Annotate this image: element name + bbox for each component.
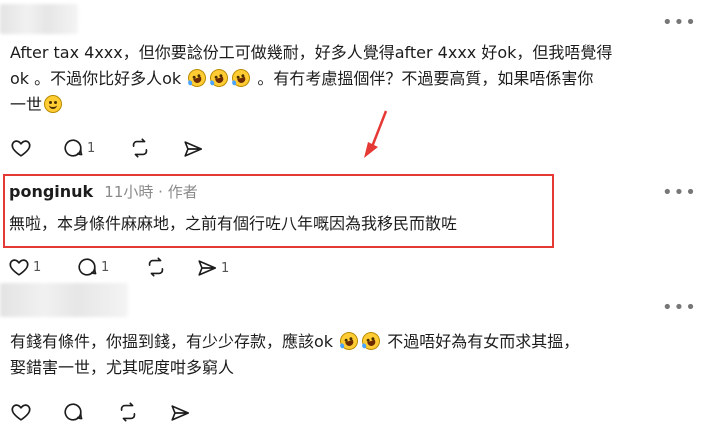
- comment-icon: [78, 258, 97, 276]
- username[interactable]: ponginuk: [9, 182, 93, 201]
- comment-line: 娶錯害一世，尤其呢度咁多窮人: [10, 358, 235, 377]
- reply-count: 1: [101, 259, 110, 275]
- comment-line: 一世: [10, 92, 690, 118]
- comment-header: ponginuk 11小時 · 作者: [9, 181, 198, 202]
- comment-body: 有錢有條件，你搵到錢，有少少存款，應該ok 不過唔好為有女而求其搵， 娶錯害一世…: [10, 329, 690, 381]
- share-icon: [198, 260, 217, 276]
- share-button[interactable]: [182, 138, 204, 160]
- share-icon: [171, 405, 190, 421]
- repost-icon: [148, 257, 164, 277]
- repost-icon: [120, 402, 136, 422]
- comment-meta: 11小時 · 作者: [104, 183, 198, 201]
- repost-button[interactable]: [145, 256, 167, 278]
- like-count: 1: [33, 259, 42, 275]
- heart-icon: [9, 259, 29, 276]
- arrow-icon: [364, 110, 388, 158]
- share-icon: [184, 141, 203, 157]
- share-button[interactable]: [169, 402, 191, 424]
- reply-button[interactable]: 1: [62, 137, 95, 159]
- repost-icon: [132, 138, 148, 158]
- more-options-icon[interactable]: •••: [662, 14, 697, 32]
- heart-icon: [11, 140, 31, 157]
- emoji-rofl-icon: [185, 66, 209, 90]
- more-options-icon[interactable]: •••: [662, 299, 697, 317]
- comment-body: After tax 4xxx，但你要諗份工可做幾耐，好多人覺得after 4xx…: [10, 40, 690, 118]
- emoji-rofl-icon: [207, 66, 231, 90]
- emoji-rofl-icon: [229, 66, 253, 90]
- reply-button[interactable]: 1: [76, 256, 109, 278]
- comment-text: 無啦，本身條件麻麻地，之前有個行咗八年嘅因為我移民而散咗: [9, 214, 458, 233]
- like-button[interactable]: 1: [8, 256, 41, 278]
- reply-button[interactable]: [62, 401, 84, 423]
- share-count: 1: [221, 260, 230, 276]
- comment-icon: [64, 403, 83, 421]
- more-options-icon[interactable]: •••: [662, 184, 697, 202]
- emoji-rofl-icon: [337, 329, 361, 353]
- repost-button[interactable]: [129, 137, 151, 159]
- repost-button[interactable]: [117, 401, 139, 423]
- comment-line: After tax 4xxx，但你要諗份工可做幾耐，好多人覺得after 4xx…: [10, 43, 613, 62]
- emoji-smile-icon: [44, 95, 63, 113]
- reply-count: 1: [87, 140, 96, 156]
- comment-icon: [64, 139, 83, 157]
- comment-line: 有錢有條件，你搵到錢，有少少存款，應該ok 不過唔好為有女而求其搵，: [10, 329, 690, 355]
- avatar-blurred: [0, 4, 78, 34]
- like-button[interactable]: [10, 401, 32, 423]
- avatar-blurred: [0, 283, 128, 317]
- emoji-rofl-icon: [359, 329, 383, 353]
- heart-icon: [11, 404, 31, 421]
- share-button[interactable]: 1: [196, 257, 229, 279]
- comment-line: ok 。不過你比好多人ok 。有冇考慮搵個伴？不過要高質，如果唔係害你: [10, 66, 690, 92]
- like-button[interactable]: [10, 137, 32, 159]
